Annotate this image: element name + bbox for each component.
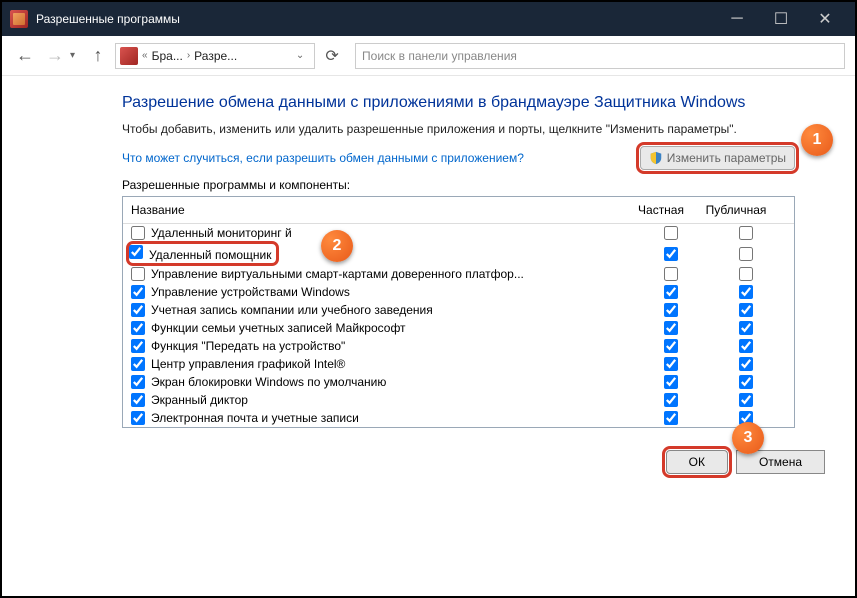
footer: ОК 3 Отмена xyxy=(2,438,855,488)
row-private-checkbox[interactable] xyxy=(664,247,678,261)
row-checkbox[interactable] xyxy=(131,321,145,335)
breadcrumb-icon xyxy=(120,47,138,65)
row-checkbox[interactable] xyxy=(131,375,145,389)
breadcrumb-item-2[interactable]: Разре... xyxy=(194,49,237,63)
row-public-checkbox[interactable] xyxy=(739,339,753,353)
row-checkbox[interactable] xyxy=(131,339,145,353)
list-header: Название Частная Публичная xyxy=(123,197,794,224)
breadcrumb-dropdown-icon[interactable]: ⌄ xyxy=(290,50,310,61)
page-heading: Разрешение обмена данными с приложениями… xyxy=(122,94,795,112)
row-private-checkbox[interactable] xyxy=(664,357,678,371)
row-public-checkbox[interactable] xyxy=(739,247,753,261)
info-row: Что может случиться, если разрешить обме… xyxy=(122,146,795,170)
titlebar: Разрешенные программы ─ ☐ ✕ xyxy=(2,2,855,36)
breadcrumb-item-1[interactable]: Бра... xyxy=(152,49,183,63)
row-checkbox[interactable] xyxy=(131,267,145,281)
content-area: Разрешение обмена данными с приложениями… xyxy=(2,76,855,438)
row-checkbox[interactable] xyxy=(131,303,145,317)
history-dropdown-icon[interactable]: ▾ xyxy=(70,50,75,61)
refresh-button[interactable]: ⟳ xyxy=(319,43,345,69)
table-row[interactable]: Функции семьи учетных записей Майкрософт xyxy=(123,319,794,337)
table-row[interactable]: Учетная запись компании или учебного зав… xyxy=(123,301,794,319)
window-controls: ─ ☐ ✕ xyxy=(715,2,847,36)
row-name-label: Экранный диктор xyxy=(151,393,248,407)
breadcrumb[interactable]: « Бра... › Разре... ⌄ xyxy=(115,43,315,69)
row-name-label: Управление виртуальными смарт-картами до… xyxy=(151,267,524,281)
row-name-label: Функции семьи учетных записей Майкрософт xyxy=(151,321,406,335)
table-row[interactable]: Экран блокировки Windows по умолчанию xyxy=(123,373,794,391)
callout-3: 3 xyxy=(732,422,764,454)
column-header-private[interactable]: Частная xyxy=(626,197,696,223)
back-button[interactable]: ← xyxy=(12,43,38,69)
callout-1: 1 xyxy=(801,124,833,156)
row-name-label: Учетная запись компании или учебного зав… xyxy=(151,303,433,317)
table-row[interactable]: Экранный диктор xyxy=(123,391,794,409)
row-public-checkbox[interactable] xyxy=(739,267,753,281)
row-public-checkbox[interactable] xyxy=(739,375,753,389)
row-public-checkbox[interactable] xyxy=(739,226,753,240)
row-name-label: Центр управления графикой Intel® xyxy=(151,357,345,371)
change-settings-button[interactable]: Изменить параметры xyxy=(640,146,795,170)
search-box[interactable] xyxy=(355,43,845,69)
row-public-checkbox[interactable] xyxy=(739,285,753,299)
row-name-label: Удаленный мониторинг й xyxy=(151,226,292,240)
row-private-checkbox[interactable] xyxy=(664,339,678,353)
maximize-button[interactable]: ☐ xyxy=(759,2,803,36)
row-checkbox[interactable] xyxy=(129,245,143,259)
list-group-label: Разрешенные программы и компоненты: xyxy=(122,178,795,192)
callout-2: 2 xyxy=(321,230,353,262)
table-row[interactable]: Электронная почта и учетные записи xyxy=(123,409,794,427)
row-private-checkbox[interactable] xyxy=(664,226,678,240)
change-settings-label: Изменить параметры xyxy=(667,151,786,165)
row-checkbox[interactable] xyxy=(131,411,145,425)
row-private-checkbox[interactable] xyxy=(664,393,678,407)
row-public-checkbox[interactable] xyxy=(739,357,753,371)
row-checkbox[interactable] xyxy=(131,393,145,407)
table-row[interactable]: Удаленный помощник 2 xyxy=(123,242,794,265)
toolbar: ← → ▾ ↑ « Бра... › Разре... ⌄ ⟳ xyxy=(2,36,855,76)
minimize-button[interactable]: ─ xyxy=(715,2,759,36)
column-header-name[interactable]: Название xyxy=(123,197,626,223)
scrollbar-header-spacer xyxy=(776,197,794,223)
window-title: Разрешенные программы xyxy=(36,12,715,26)
chevron-left-icon: « xyxy=(140,50,150,61)
page-description: Чтобы добавить, изменить или удалить раз… xyxy=(122,122,795,136)
ok-button[interactable]: ОК xyxy=(666,450,728,474)
shield-icon xyxy=(649,151,663,165)
row-private-checkbox[interactable] xyxy=(664,411,678,425)
table-row[interactable]: Управление устройствами Windows xyxy=(123,283,794,301)
row-private-checkbox[interactable] xyxy=(664,321,678,335)
row-checkbox[interactable] xyxy=(131,226,145,240)
row-checkbox[interactable] xyxy=(131,285,145,299)
row-private-checkbox[interactable] xyxy=(664,267,678,281)
chevron-right-icon: › xyxy=(185,50,192,61)
table-row[interactable]: Функция "Передать на устройство" xyxy=(123,337,794,355)
row-name-label: Экран блокировки Windows по умолчанию xyxy=(151,375,386,389)
up-button[interactable]: ↑ xyxy=(85,43,111,69)
close-button[interactable]: ✕ xyxy=(803,2,847,36)
table-row[interactable]: Управление виртуальными смарт-картами до… xyxy=(123,265,794,283)
row-name-label: Электронная почта и учетные записи xyxy=(151,411,359,425)
column-header-public[interactable]: Публичная xyxy=(696,197,776,223)
row-name-label: Удаленный помощник xyxy=(149,248,272,262)
row-private-checkbox[interactable] xyxy=(664,303,678,317)
row-private-checkbox[interactable] xyxy=(664,285,678,299)
list-body[interactable]: Удаленный мониторинг й Удаленный помощни… xyxy=(123,224,794,427)
row-checkbox[interactable] xyxy=(131,357,145,371)
row-name-label: Управление устройствами Windows xyxy=(151,285,350,299)
table-row[interactable]: Центр управления графикой Intel® xyxy=(123,355,794,373)
row-name-label: Функция "Передать на устройство" xyxy=(151,339,345,353)
table-row[interactable]: Удаленный мониторинг й xyxy=(123,224,794,242)
help-link[interactable]: Что может случиться, если разрешить обме… xyxy=(122,151,524,165)
forward-button: → xyxy=(42,43,68,69)
row-public-checkbox[interactable] xyxy=(739,303,753,317)
row-private-checkbox[interactable] xyxy=(664,375,678,389)
row-public-checkbox[interactable] xyxy=(739,321,753,335)
firewall-icon xyxy=(10,10,28,28)
search-input[interactable] xyxy=(362,49,838,63)
allowed-apps-panel: Название Частная Публичная Удаленный мон… xyxy=(122,196,795,428)
row-public-checkbox[interactable] xyxy=(739,393,753,407)
